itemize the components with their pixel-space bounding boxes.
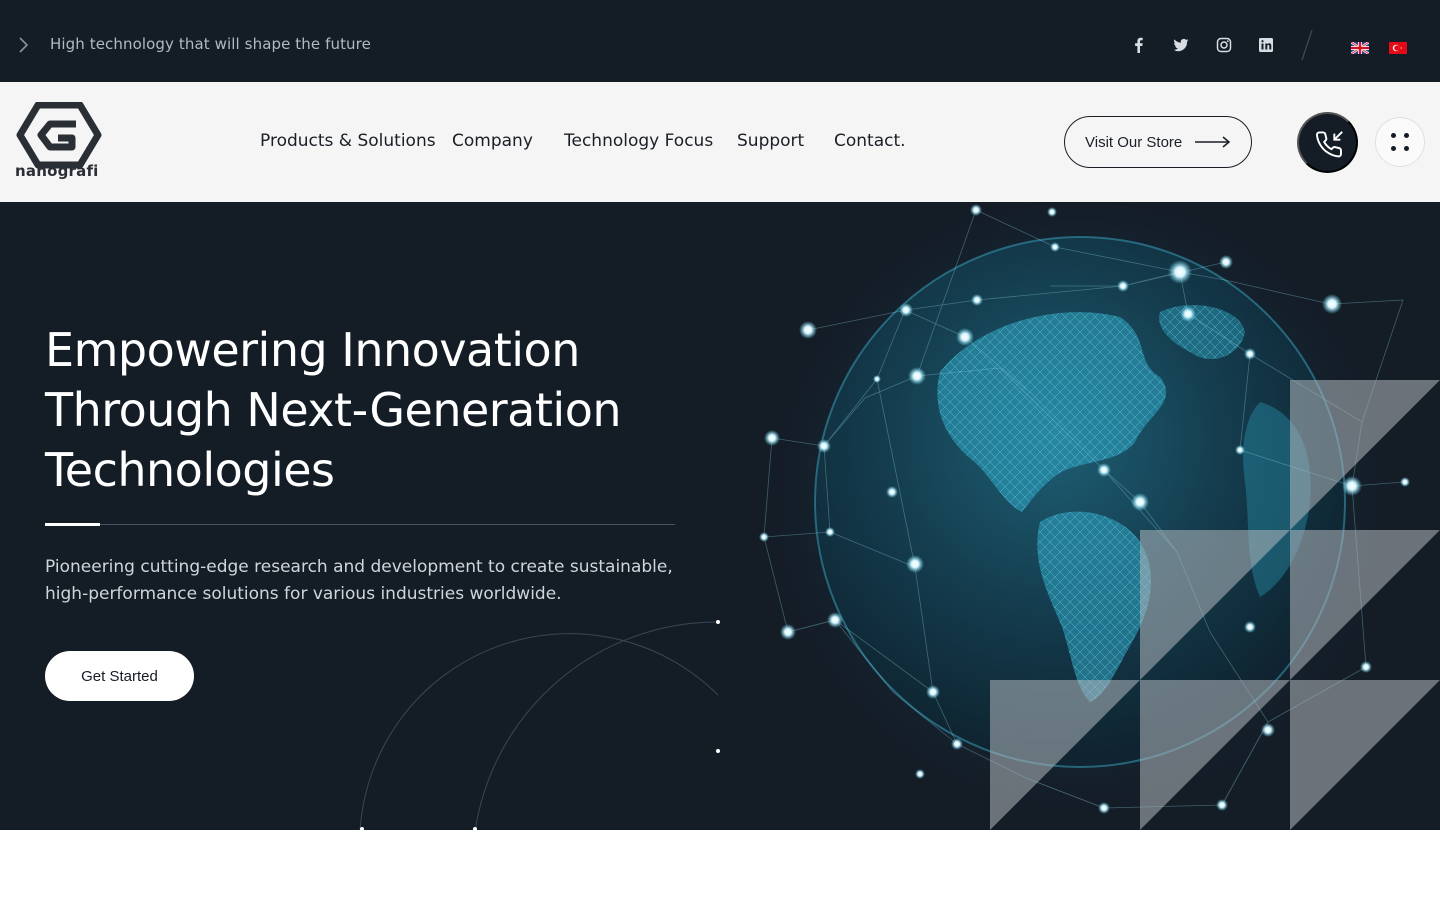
- nav-products-solutions[interactable]: Products & Solutions: [260, 131, 436, 151]
- hero-description: Pioneering cutting-edge research and dev…: [45, 557, 673, 604]
- chevron-right-icon: [19, 37, 29, 53]
- divider-slash: [1301, 29, 1313, 61]
- top-bar: High technology that will shape the futu…: [0, 0, 1440, 82]
- hero-title: Empowering Innovation Through Next-Gener…: [45, 323, 622, 497]
- decorative-triangles: [990, 380, 1440, 830]
- tagline: High technology that will shape the futu…: [50, 35, 371, 53]
- nav-technology-focus[interactable]: Technology Focus: [564, 131, 713, 151]
- visit-store-label: Visit Our Store: [1085, 133, 1183, 151]
- dot: [1391, 133, 1396, 138]
- dot: [1404, 146, 1409, 151]
- visit-store-button[interactable]: Visit Our Store: [1064, 116, 1252, 168]
- call-button[interactable]: [1297, 112, 1358, 173]
- phone-incoming-icon: [1315, 131, 1343, 158]
- hero-divider: [45, 524, 675, 525]
- dot: [1404, 133, 1409, 138]
- menu-button[interactable]: [1375, 117, 1425, 167]
- twitter-icon[interactable]: [1172, 36, 1190, 54]
- nav-company[interactable]: Company: [452, 131, 533, 151]
- hero-section: Empowering Innovation Through Next-Gener…: [0, 202, 1440, 830]
- nav-support[interactable]: Support: [737, 131, 804, 151]
- nav-contact[interactable]: Contact.: [834, 131, 906, 151]
- get-started-button[interactable]: Get Started: [45, 651, 194, 701]
- linkedin-icon[interactable]: [1257, 36, 1275, 54]
- logo-text: nanografi: [15, 162, 99, 180]
- decorative-arcs: [359, 620, 720, 830]
- instagram-icon[interactable]: [1215, 36, 1233, 54]
- facebook-icon[interactable]: [1130, 36, 1148, 54]
- turkish-flag-icon[interactable]: [1389, 39, 1407, 54]
- main-header: nanografi Products & Solutions Company T…: [0, 82, 1440, 202]
- arrow-right-icon: [1195, 136, 1231, 148]
- dot: [1391, 146, 1396, 151]
- english-flag-icon[interactable]: [1350, 39, 1370, 55]
- hero-divider-accent: [45, 523, 100, 526]
